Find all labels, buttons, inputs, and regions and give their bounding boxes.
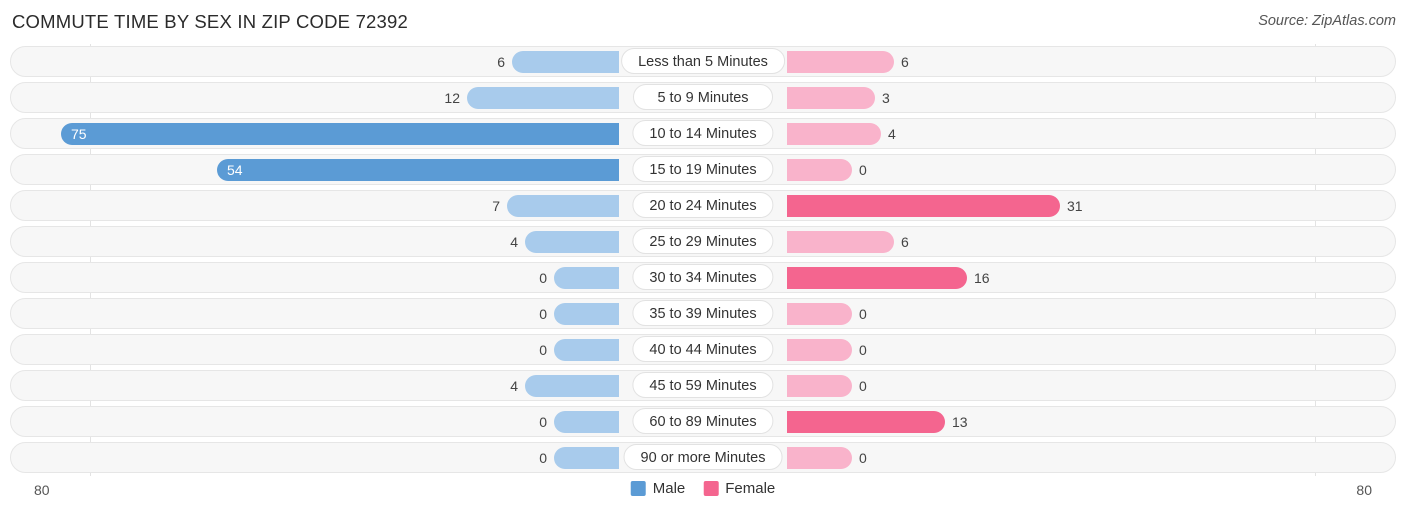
bar-female[interactable]: 6 bbox=[787, 51, 909, 73]
category-label: 20 to 24 Minutes bbox=[632, 192, 774, 218]
bar-value-male: 0 bbox=[539, 270, 547, 286]
legend-swatch-male-icon bbox=[630, 481, 646, 496]
bar-row: 0 0 35 to 39 Minutes bbox=[10, 296, 1396, 332]
bar-row: 4 0 45 to 59 Minutes bbox=[10, 368, 1396, 404]
bar-female[interactable]: 0 bbox=[787, 339, 867, 361]
category-label: 5 to 9 Minutes bbox=[633, 84, 773, 110]
category-label: 90 or more Minutes bbox=[623, 444, 783, 470]
bar-value-female: 0 bbox=[859, 162, 867, 178]
bar-value-female: 16 bbox=[974, 270, 990, 286]
bar-value-female: 4 bbox=[888, 126, 896, 142]
legend-label-female: Female bbox=[725, 480, 776, 497]
category-label: Less than 5 Minutes bbox=[621, 48, 785, 74]
legend-item-male[interactable]: Male bbox=[630, 480, 686, 497]
category-label: 30 to 34 Minutes bbox=[632, 264, 774, 290]
category-label: 35 to 39 Minutes bbox=[632, 300, 774, 326]
bar-male[interactable]: 0 bbox=[539, 339, 619, 361]
bar-male[interactable]: 4 bbox=[510, 375, 619, 397]
bar-female[interactable]: 0 bbox=[787, 447, 867, 469]
chart-footer: 80 Male Female 80 bbox=[0, 476, 1406, 516]
axis-label-left-max: 80 bbox=[34, 482, 50, 498]
bar-value-female: 6 bbox=[901, 54, 909, 70]
category-label: 15 to 19 Minutes bbox=[632, 156, 774, 182]
chart-plot-area: 6 6 Less than 5 Minutes 12 3 5 to 9 Minutes 75… bbox=[10, 44, 1396, 476]
bar-value-female: 3 bbox=[882, 90, 890, 106]
bar-value-female: 13 bbox=[952, 414, 968, 430]
bar-value-female: 0 bbox=[859, 342, 867, 358]
bar-row: 12 3 5 to 9 Minutes bbox=[10, 80, 1396, 116]
bar-row: 0 16 30 to 34 Minutes bbox=[10, 260, 1396, 296]
legend-item-female[interactable]: Female bbox=[703, 480, 775, 497]
bar-male[interactable]: 0 bbox=[539, 411, 619, 433]
bar-row: 7 31 20 to 24 Minutes bbox=[10, 188, 1396, 224]
bar-female[interactable]: 6 bbox=[787, 231, 909, 253]
legend-label-male: Male bbox=[652, 480, 686, 497]
bar-row: 0 0 40 to 44 Minutes bbox=[10, 332, 1396, 368]
chart-header: COMMUTE TIME BY SEX IN ZIP CODE 72392 So… bbox=[0, 0, 1406, 44]
bar-female[interactable]: 3 bbox=[787, 87, 890, 109]
bar-female[interactable]: 4 bbox=[787, 123, 896, 145]
bar-value-male: 4 bbox=[510, 378, 518, 394]
bar-female[interactable]: 0 bbox=[787, 159, 867, 181]
bar-male[interactable]: 6 bbox=[497, 51, 619, 73]
bar-male[interactable]: 54 bbox=[217, 159, 619, 181]
bar-value-female: 0 bbox=[859, 306, 867, 322]
bar-female[interactable]: 31 bbox=[787, 195, 1083, 217]
bar-male[interactable]: 0 bbox=[539, 267, 619, 289]
bar-value-male: 0 bbox=[539, 306, 547, 322]
bar-row: 4 6 25 to 29 Minutes bbox=[10, 224, 1396, 260]
bar-female[interactable]: 16 bbox=[787, 267, 990, 289]
category-label: 25 to 29 Minutes bbox=[632, 228, 774, 254]
bar-rows-container: 6 6 Less than 5 Minutes 12 3 5 to 9 Minutes 75… bbox=[10, 44, 1396, 476]
bar-female[interactable]: 0 bbox=[787, 303, 867, 325]
bar-value-male: 0 bbox=[539, 414, 547, 430]
chart-legend: Male Female bbox=[630, 480, 775, 497]
bar-value-male: 7 bbox=[492, 198, 500, 214]
bar-row: 54 0 15 to 19 Minutes bbox=[10, 152, 1396, 188]
category-label: 60 to 89 Minutes bbox=[632, 408, 774, 434]
bar-value-female: 0 bbox=[859, 378, 867, 394]
bar-male[interactable]: 75 bbox=[61, 123, 619, 145]
bar-value-male: 12 bbox=[444, 90, 460, 106]
bar-value-male: 75 bbox=[71, 126, 87, 142]
category-label: 10 to 14 Minutes bbox=[632, 120, 774, 146]
bar-value-male: 0 bbox=[539, 342, 547, 358]
bar-row: 0 0 90 or more Minutes bbox=[10, 440, 1396, 476]
bar-value-male: 6 bbox=[497, 54, 505, 70]
bar-value-male: 0 bbox=[539, 450, 547, 466]
bar-value-male: 54 bbox=[227, 162, 243, 178]
bar-value-female: 31 bbox=[1067, 198, 1083, 214]
bar-row: 6 6 Less than 5 Minutes bbox=[10, 44, 1396, 80]
bar-value-male: 4 bbox=[510, 234, 518, 250]
bar-female[interactable]: 13 bbox=[787, 411, 968, 433]
bar-row: 75 4 10 to 14 Minutes bbox=[10, 116, 1396, 152]
legend-swatch-female-icon bbox=[703, 481, 719, 496]
category-label: 40 to 44 Minutes bbox=[632, 336, 774, 362]
bar-male[interactable]: 0 bbox=[539, 303, 619, 325]
bar-row: 0 13 60 to 89 Minutes bbox=[10, 404, 1396, 440]
bar-male[interactable]: 4 bbox=[510, 231, 619, 253]
bar-male[interactable]: 12 bbox=[444, 87, 619, 109]
source-attribution: Source: ZipAtlas.com bbox=[1258, 13, 1396, 29]
category-label: 45 to 59 Minutes bbox=[632, 372, 774, 398]
bar-value-female: 0 bbox=[859, 450, 867, 466]
bar-male[interactable]: 7 bbox=[492, 195, 619, 217]
axis-label-right-max: 80 bbox=[1356, 482, 1372, 498]
bar-value-female: 6 bbox=[901, 234, 909, 250]
bar-female[interactable]: 0 bbox=[787, 375, 867, 397]
page-title: COMMUTE TIME BY SEX IN ZIP CODE 72392 bbox=[12, 11, 409, 32]
bar-male[interactable]: 0 bbox=[539, 447, 619, 469]
